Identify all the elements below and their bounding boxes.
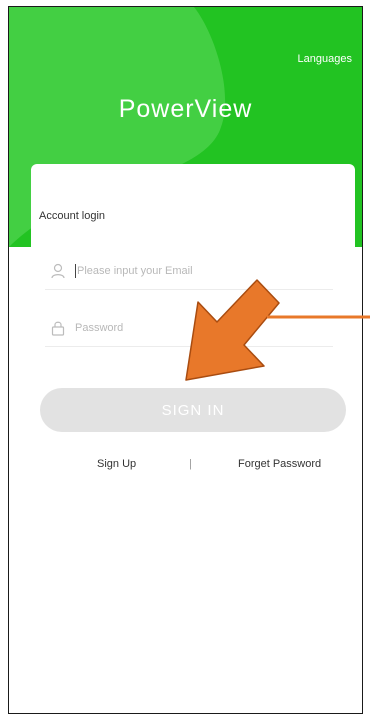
languages-link[interactable]: Languages — [298, 53, 352, 65]
user-icon — [51, 263, 65, 279]
email-input[interactable] — [77, 265, 317, 277]
password-input[interactable] — [75, 322, 315, 334]
forgot-password-link[interactable]: Forget Password — [238, 458, 321, 470]
login-heading: Account login — [39, 210, 106, 222]
sign-in-button[interactable]: SIGN IN — [40, 388, 346, 432]
text-caret — [75, 264, 76, 278]
email-field[interactable] — [45, 253, 333, 290]
login-card — [31, 164, 355, 424]
sign-up-link[interactable]: Sign Up — [97, 458, 136, 470]
lock-icon — [51, 321, 65, 336]
app-logo: PowerView — [118, 95, 253, 123]
link-divider: | — [189, 458, 192, 470]
phone-frame: Languages PowerView Account login SIGN I… — [8, 6, 363, 714]
password-field[interactable] — [45, 310, 333, 347]
